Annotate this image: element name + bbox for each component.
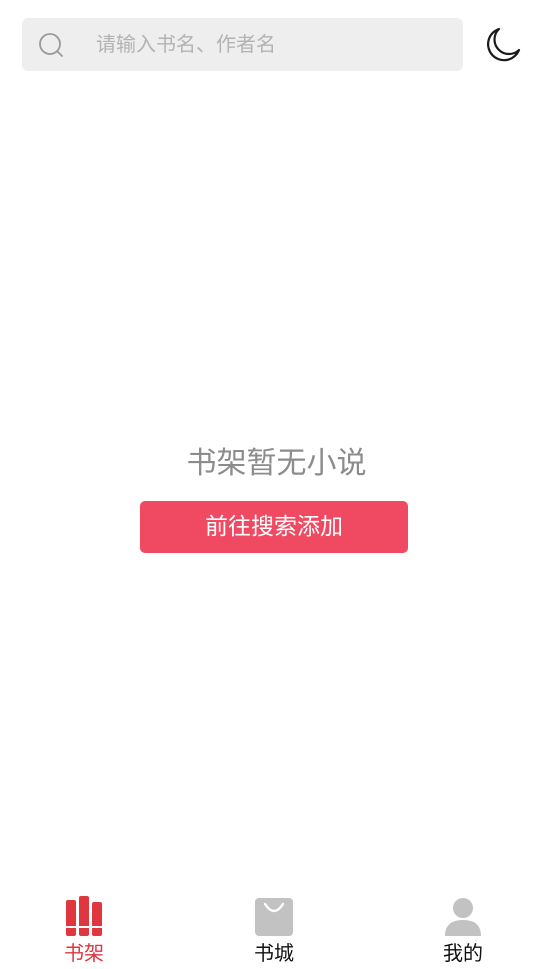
search-input[interactable]: 请输入书名、作者名 bbox=[96, 18, 276, 71]
tab-bookstore[interactable]: 书城 bbox=[214, 888, 334, 969]
tab-bookshelf-label: 书架 bbox=[64, 941, 104, 965]
go-search-add-button[interactable]: 前往搜索添加 bbox=[140, 501, 408, 553]
shopping-bag-icon bbox=[255, 898, 293, 936]
search-bar[interactable]: 请输入书名、作者名 bbox=[22, 18, 463, 71]
tab-mine[interactable]: 我的 bbox=[403, 888, 523, 969]
tab-bookstore-label: 书城 bbox=[254, 941, 294, 965]
empty-shelf-message: 书架暂无小说 bbox=[186, 446, 367, 481]
user-icon bbox=[445, 898, 481, 936]
tab-mine-label: 我的 bbox=[443, 941, 483, 965]
bottom-tab-bar: 书架 书城 我的 bbox=[0, 888, 553, 969]
search-icon bbox=[39, 33, 63, 57]
bookshelf-icon bbox=[66, 896, 102, 936]
moon-icon[interactable] bbox=[482, 24, 524, 66]
tab-bookshelf[interactable]: 书架 bbox=[24, 888, 144, 969]
